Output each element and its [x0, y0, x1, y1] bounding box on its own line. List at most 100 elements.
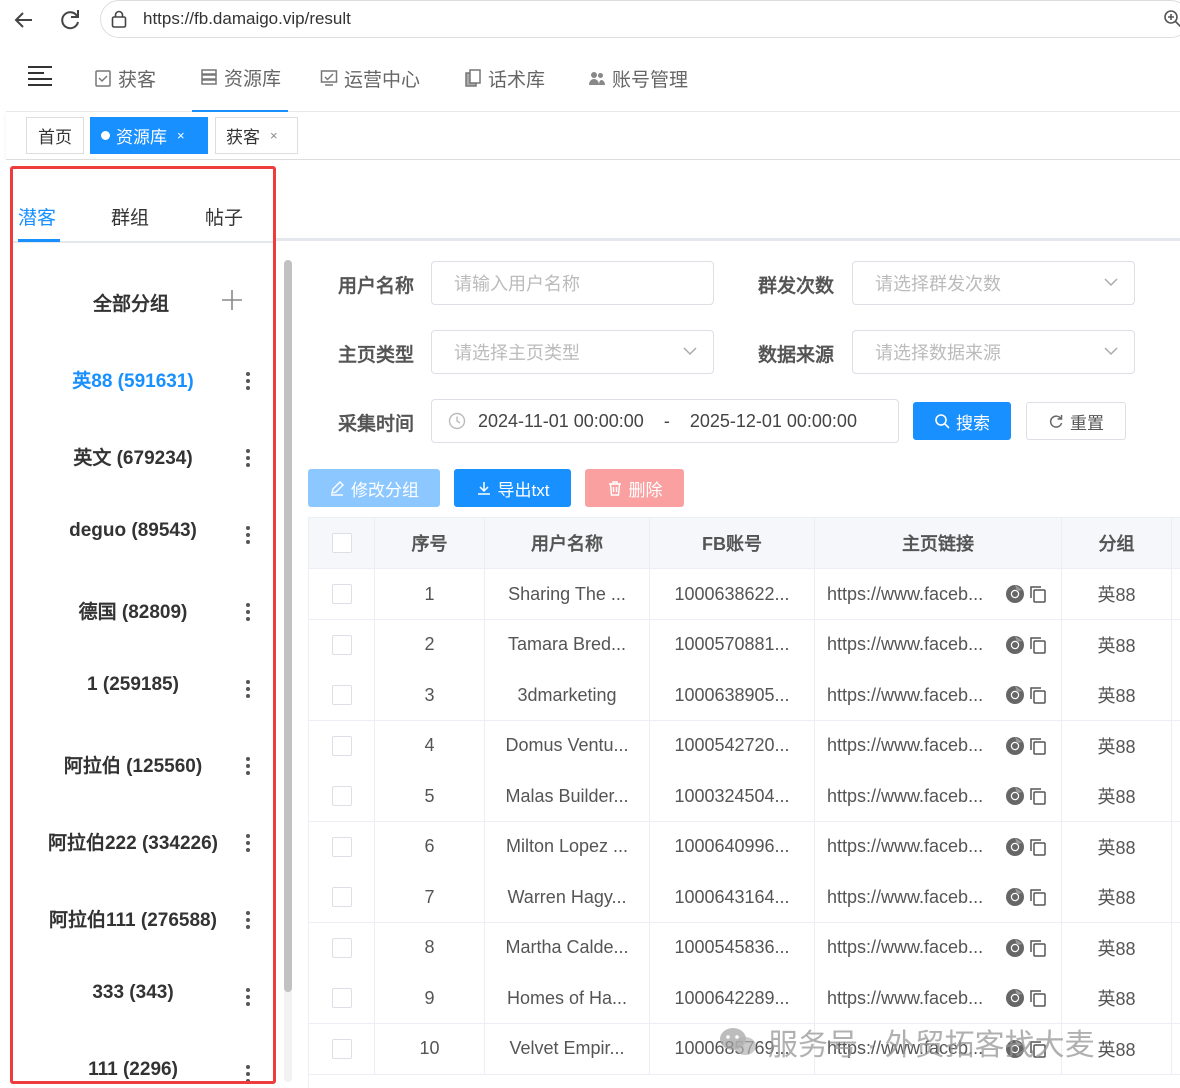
more-vertical-icon[interactable]	[245, 832, 251, 854]
nav-script-library[interactable]: 话术库	[464, 44, 545, 112]
date-start[interactable]: 2024-11-01 00:00:00	[478, 411, 644, 432]
menu-toggle-icon[interactable]	[28, 66, 52, 86]
close-icon[interactable]: ×	[177, 128, 185, 143]
back-arrow-icon[interactable]	[10, 6, 38, 34]
row-profile-link[interactable]: https://www.faceb...	[827, 735, 999, 756]
table-row[interactable]: 7 Warren Hagy... 1000643164... https://www.…	[309, 872, 1180, 923]
row-checkbox[interactable]	[331, 887, 352, 907]
tag-home[interactable]: 首页	[26, 117, 84, 154]
group-item[interactable]: 德国 (82809)	[13, 597, 253, 627]
chrome-icon[interactable]	[1005, 685, 1025, 705]
nav-account-management[interactable]: 账号管理	[588, 44, 688, 112]
table-row[interactable]: 9 Homes of Ha... 1000642289... https://www.…	[309, 973, 1180, 1024]
scrollbar-thumb[interactable]	[284, 260, 292, 992]
table-row[interactable]: 3 3dmarketing 1000638905... https://www.fac…	[309, 670, 1180, 721]
delete-button[interactable]: 删除	[585, 469, 684, 507]
page-type-select[interactable]: 请选择主页类型	[431, 330, 714, 374]
more-vertical-icon[interactable]	[245, 601, 251, 623]
search-button[interactable]: 搜索	[913, 402, 1011, 440]
group-item[interactable]: deguo (89543)	[13, 520, 253, 550]
nav-resource-library[interactable]: 资源库	[192, 44, 288, 112]
chrome-icon[interactable]	[1005, 988, 1025, 1008]
date-end[interactable]: 2025-12-01 00:00:00	[690, 411, 857, 432]
add-group-icon[interactable]	[221, 289, 243, 311]
copy-icon[interactable]	[1029, 939, 1047, 957]
all-groups-title[interactable]: 全部分组	[93, 289, 169, 316]
chrome-icon[interactable]	[1005, 786, 1025, 806]
group-item[interactable]: 阿拉伯111 (276588)	[13, 905, 253, 935]
chrome-icon[interactable]	[1005, 736, 1025, 756]
tab-prospects[interactable]: 潜客	[18, 203, 56, 230]
tag-acquire[interactable]: 获客 ×	[215, 117, 298, 154]
chrome-icon[interactable]	[1005, 584, 1025, 604]
table-row[interactable]: 8 Martha Calde... 1000545836... https://www…	[309, 922, 1180, 974]
data-source-select[interactable]: 请选择数据来源	[852, 330, 1135, 374]
table-row[interactable]: 4 Domus Ventu... 1000542720... https://www.…	[309, 720, 1180, 772]
row-profile-link[interactable]: https://www.faceb...	[827, 584, 999, 605]
copy-icon[interactable]	[1029, 838, 1047, 856]
row-checkbox[interactable]	[331, 735, 352, 756]
date-range-picker[interactable]: 2024-11-01 00:00:00 - 2025-12-01 00:00:0…	[431, 399, 899, 443]
group-item[interactable]: 111 (2296)	[13, 1059, 253, 1081]
more-vertical-icon[interactable]	[245, 909, 251, 931]
more-vertical-icon[interactable]	[245, 1063, 251, 1081]
export-txt-button[interactable]: 导出txt	[454, 469, 571, 507]
row-profile-link[interactable]: https://www.faceb...	[827, 786, 999, 807]
row-checkbox[interactable]	[331, 584, 352, 604]
zoom-icon[interactable]	[1163, 9, 1180, 29]
more-vertical-icon[interactable]	[245, 524, 251, 546]
group-item[interactable]: 英文 (679234)	[13, 443, 253, 473]
table-row[interactable]: 2 Tamara Bred... 1000570881... https://www.…	[309, 619, 1180, 671]
copy-icon[interactable]	[1029, 989, 1047, 1007]
select-all-checkbox[interactable]	[331, 533, 352, 553]
edit-group-button[interactable]: 修改分组	[308, 469, 440, 507]
row-profile-link[interactable]: https://www.faceb...	[827, 937, 999, 958]
username-input[interactable]: 请输入用户名称	[431, 261, 714, 305]
copy-icon[interactable]	[1029, 636, 1047, 654]
copy-icon[interactable]	[1029, 585, 1047, 603]
close-icon[interactable]: ×	[270, 128, 278, 143]
copy-icon[interactable]	[1029, 737, 1047, 755]
group-item[interactable]: 333 (343)	[13, 982, 253, 1012]
copy-icon[interactable]	[1029, 787, 1047, 805]
more-vertical-icon[interactable]	[245, 447, 251, 469]
group-item[interactable]: 阿拉伯 (125560)	[13, 751, 253, 781]
table-row[interactable]: 1 Sharing The ... 1000638622... https://www…	[309, 569, 1180, 620]
row-checkbox[interactable]	[331, 937, 352, 958]
chrome-icon[interactable]	[1005, 938, 1025, 958]
row-profile-link[interactable]: https://www.faceb...	[827, 887, 999, 908]
more-vertical-icon[interactable]	[245, 755, 251, 777]
group-item[interactable]: 阿拉伯222 (334226)	[13, 828, 253, 858]
sidebar-scrollbar[interactable]	[284, 260, 292, 1082]
reload-icon[interactable]	[56, 6, 84, 34]
address-bar[interactable]: https://fb.damaigo.vip/result	[100, 0, 1180, 38]
group-item[interactable]: 英88 (591631)	[13, 366, 253, 396]
mass-count-select[interactable]: 请选择群发次数	[852, 261, 1135, 305]
reset-button[interactable]: 重置	[1026, 402, 1126, 440]
nav-acquire[interactable]: 获客	[94, 44, 156, 112]
tab-posts[interactable]: 帖子	[205, 203, 243, 230]
row-profile-link[interactable]: https://www.faceb...	[827, 836, 999, 857]
copy-icon[interactable]	[1029, 686, 1047, 704]
table-row[interactable]: 5 Malas Builder... 1000324504... https://ww…	[309, 771, 1180, 822]
more-vertical-icon[interactable]	[245, 986, 251, 1008]
row-profile-link[interactable]: https://www.faceb...	[827, 988, 999, 1009]
group-item[interactable]: 1 (259185)	[13, 674, 253, 704]
tab-groups[interactable]: 群组	[111, 203, 149, 230]
row-checkbox[interactable]	[331, 988, 352, 1008]
chrome-icon[interactable]	[1005, 635, 1025, 655]
more-vertical-icon[interactable]	[245, 370, 251, 392]
row-checkbox[interactable]	[331, 786, 352, 806]
row-profile-link[interactable]: https://www.faceb...	[827, 634, 999, 655]
row-checkbox[interactable]	[331, 685, 352, 705]
nav-operations-center[interactable]: 运营中心	[320, 44, 420, 112]
chrome-icon[interactable]	[1005, 837, 1025, 857]
table-row[interactable]: 6 Milton Lopez ... 1000640996... https://ww…	[309, 821, 1180, 873]
chrome-icon[interactable]	[1005, 887, 1025, 907]
copy-icon[interactable]	[1029, 888, 1047, 906]
row-profile-link[interactable]: https://www.faceb...	[827, 685, 999, 706]
tag-resource-library[interactable]: 资源库 ×	[90, 117, 208, 154]
more-vertical-icon[interactable]	[245, 678, 251, 700]
row-checkbox[interactable]	[331, 836, 352, 857]
row-checkbox[interactable]	[331, 1038, 352, 1059]
